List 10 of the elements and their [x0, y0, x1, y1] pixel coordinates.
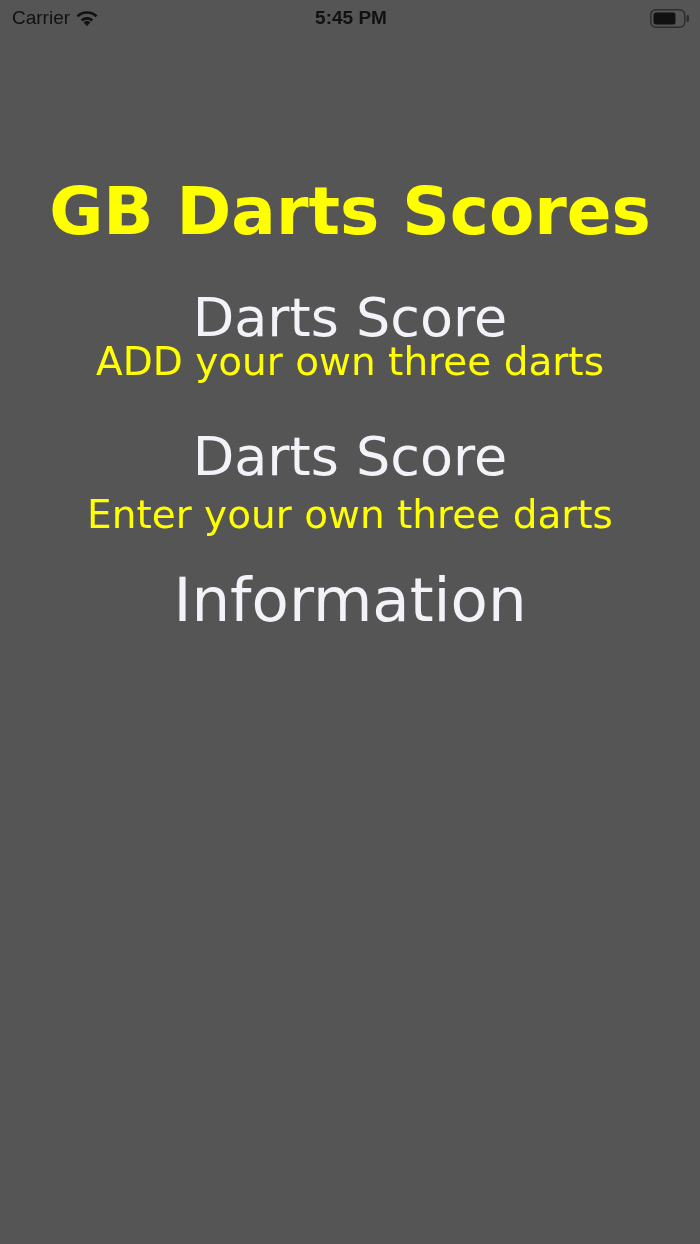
menu-subtitle: Enter your own three darts [87, 495, 613, 535]
menu-button[interactable]: Information [173, 569, 527, 631]
status-time: 5:45 PM [315, 7, 387, 29]
menu-subtitle: ADD your own three darts [96, 342, 604, 382]
battery-icon [650, 8, 690, 28]
wifi-icon [76, 10, 99, 26]
menu-button[interactable]: Darts Score [192, 433, 508, 483]
carrier-label: Carrier [12, 7, 71, 29]
app-title: GB Darts Scores [49, 174, 651, 250]
menu-button[interactable]: Darts Score [192, 293, 508, 343]
